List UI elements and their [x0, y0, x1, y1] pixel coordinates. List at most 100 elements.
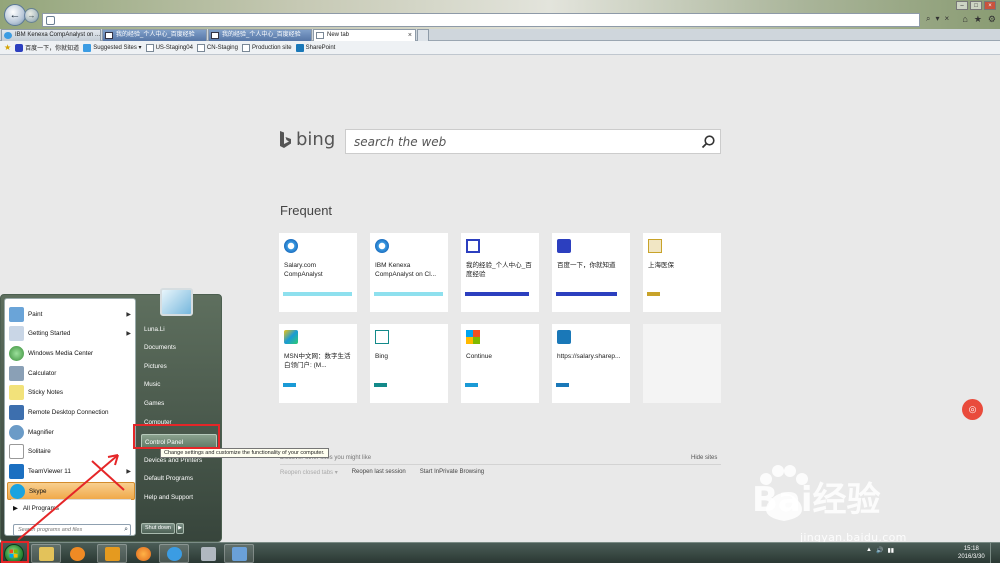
- window-close-button[interactable]: ×: [984, 1, 996, 10]
- program-sticky-notes[interactable]: Sticky Notes: [7, 383, 135, 401]
- baidu-badge-icon[interactable]: ◎: [962, 399, 983, 420]
- program-skype[interactable]: Skype: [7, 482, 135, 500]
- address-input[interactable]: [43, 14, 919, 26]
- tile-bar: [283, 383, 296, 387]
- program-label: Sticky Notes: [28, 388, 63, 396]
- frequent-tile[interactable]: https://salary.sharep...: [552, 324, 630, 403]
- frequent-tile[interactable]: IBM Kenexa CompAnalyst on Cl...: [370, 233, 448, 312]
- fav-production-site[interactable]: Production site: [241, 43, 292, 52]
- start-search-input[interactable]: [14, 525, 114, 535]
- program-getting-started[interactable]: Getting Started ▶: [7, 324, 135, 342]
- fav-sharepoint[interactable]: SharePoint: [295, 43, 335, 52]
- taskbar-ie[interactable]: [159, 544, 189, 563]
- sticky-notes-icon: [9, 384, 24, 400]
- suggested-sites-icon: [83, 43, 92, 52]
- frequent-tile[interactable]: Salary.com CompAnalyst: [279, 233, 357, 312]
- watermark-brand: Bai经验: [752, 480, 881, 520]
- fav-baidu[interactable]: 百度一下，你就知道: [15, 43, 79, 52]
- program-paint[interactable]: Paint ▶: [7, 305, 135, 323]
- fav-label: Production site: [251, 44, 292, 51]
- program-label: Magnifier: [28, 428, 54, 436]
- program-teamviewer[interactable]: TeamViewer 11 ▶: [7, 462, 135, 480]
- back-button[interactable]: ←: [4, 4, 26, 26]
- favorites-star-icon[interactable]: ★: [974, 14, 982, 25]
- submenu-arrow-icon[interactable]: ▶: [126, 468, 131, 475]
- favorites-star-icon[interactable]: ★: [4, 43, 11, 52]
- frequent-tile[interactable]: 我的经验_个人中心_百度经验: [461, 233, 539, 312]
- user-picture[interactable]: [160, 288, 193, 316]
- reopen-closed-tabs-link[interactable]: Reopen closed tabs ▾: [280, 469, 338, 476]
- close-icon[interactable]: ×: [945, 14, 950, 24]
- taskbar-media-player[interactable]: [62, 544, 92, 563]
- place-music[interactable]: Music: [141, 377, 217, 392]
- network-status-icon[interactable]: ▮▮: [887, 547, 894, 554]
- tile-bar: [556, 292, 617, 296]
- new-tab-button[interactable]: [417, 29, 429, 41]
- taskbar-outlook[interactable]: [97, 544, 127, 563]
- program-windows-media-center[interactable]: Windows Media Center: [7, 344, 135, 362]
- shutdown-options-button[interactable]: ▶: [176, 523, 184, 534]
- maximize-button[interactable]: □: [970, 1, 982, 10]
- empty-tile[interactable]: [643, 324, 721, 403]
- back-arrow-icon: ←: [9, 9, 21, 21]
- clock-date: 2016/3/30: [958, 554, 985, 560]
- dropdown-icon[interactable]: ▾: [935, 14, 939, 24]
- program-calculator[interactable]: Calculator: [7, 364, 135, 382]
- program-solitaire[interactable]: Solitaire: [7, 442, 135, 460]
- forward-button[interactable]: →: [24, 8, 39, 23]
- tray-expand-icon[interactable]: ▲: [866, 547, 872, 554]
- tab-jingyan-2[interactable]: 我的经验_个人中心_百度经验: [208, 29, 312, 41]
- shutdown-button[interactable]: Shut down: [141, 523, 175, 534]
- taskbar-remote[interactable]: [224, 544, 254, 563]
- inprivate-link[interactable]: Start InPrivate Browsing: [420, 469, 484, 476]
- frequent-tile[interactable]: 百度一下，你就知道: [552, 233, 630, 312]
- taskbar-explorer[interactable]: [31, 544, 61, 563]
- bing-search-box[interactable]: [345, 129, 721, 154]
- program-magnifier[interactable]: Magnifier: [7, 423, 135, 441]
- place-pictures[interactable]: Pictures: [141, 359, 217, 374]
- place-games[interactable]: Games: [141, 396, 217, 411]
- submenu-arrow-icon[interactable]: ▶: [126, 311, 131, 318]
- place-help-support[interactable]: Help and Support: [141, 490, 217, 505]
- volume-icon[interactable]: 🔊: [876, 547, 883, 554]
- window-controls: – □ ×: [956, 1, 996, 10]
- gear-icon[interactable]: ⚙: [988, 14, 996, 25]
- home-icon[interactable]: ⌂: [962, 14, 967, 25]
- frequent-tile[interactable]: Continue: [461, 324, 539, 403]
- show-desktop-button[interactable]: [990, 543, 1000, 563]
- frequent-tile[interactable]: MSN中文网：数字生活 白领门户: (M...: [279, 324, 357, 403]
- program-remote-desktop[interactable]: Remote Desktop Connection: [7, 403, 135, 421]
- frequent-tile[interactable]: 上海医保: [643, 233, 721, 312]
- tab-ibm-kenexa[interactable]: IBM Kenexa CompAnalyst on ...: [1, 29, 101, 41]
- bing-search-input[interactable]: [346, 130, 686, 153]
- programs-pane: Paint ▶ Getting Started ▶ Windows Media …: [4, 298, 136, 536]
- frequent-tile[interactable]: Bing: [370, 324, 448, 403]
- taskbar-network[interactable]: [193, 544, 223, 563]
- ie-icon: [4, 32, 12, 39]
- place-default-programs[interactable]: Default Programs: [141, 471, 217, 486]
- search-icon[interactable]: ⌕: [124, 526, 128, 534]
- address-bar[interactable]: [42, 13, 920, 27]
- all-programs-button[interactable]: ▶ All Programs: [13, 505, 59, 512]
- clock[interactable]: 15:18 2016/3/30: [958, 545, 985, 561]
- program-label: TeamViewer 11: [28, 467, 71, 475]
- tab-new-tab[interactable]: New tab ×: [313, 29, 416, 41]
- fav-cn-staging[interactable]: CN-Staging: [196, 43, 238, 52]
- taskbar-firefox[interactable]: [128, 544, 158, 563]
- place-user[interactable]: Luna.Li: [141, 322, 217, 337]
- place-documents[interactable]: Documents: [141, 340, 217, 355]
- submenu-arrow-icon[interactable]: ▶: [126, 330, 131, 337]
- tab-jingyan-1[interactable]: 我的经验_个人中心_百度经验: [102, 29, 207, 41]
- fav-suggested-sites[interactable]: Suggested Sites ▾: [83, 43, 142, 52]
- start-search-box[interactable]: ⌕: [13, 524, 131, 536]
- fav-us-staging04[interactable]: US-Staging04: [145, 43, 193, 52]
- page-icon: [241, 43, 250, 52]
- search-icon[interactable]: [700, 134, 716, 150]
- hide-sites-link[interactable]: Hide sites: [691, 455, 717, 461]
- tab-close-icon[interactable]: ×: [408, 30, 412, 41]
- search-icon[interactable]: ⌕: [926, 14, 930, 24]
- fav-label: US-Staging04: [155, 44, 193, 51]
- tile-bar: [465, 292, 529, 296]
- minimize-button[interactable]: –: [956, 1, 968, 10]
- reopen-last-session-link[interactable]: Reopen last session: [352, 469, 406, 476]
